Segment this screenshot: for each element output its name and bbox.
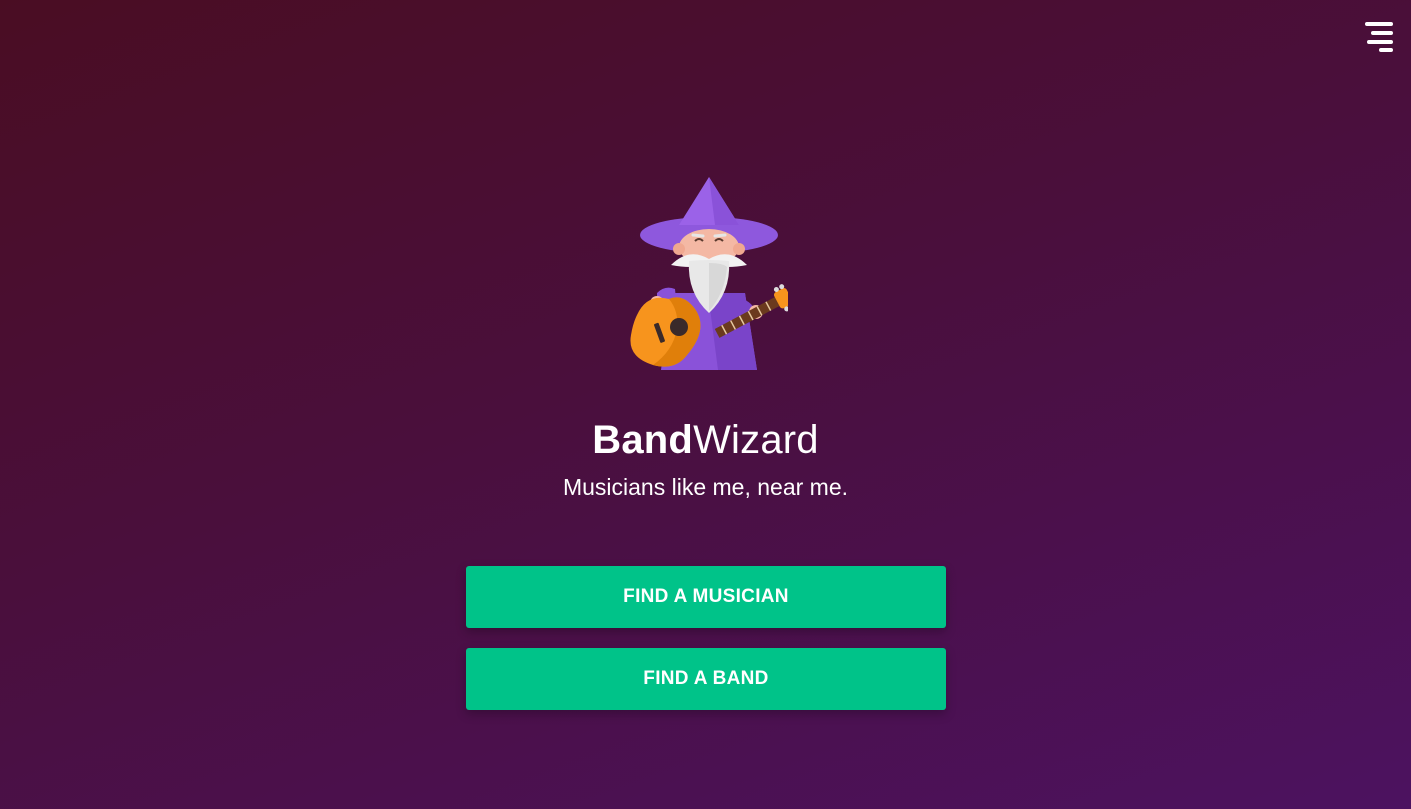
menu-line: [1365, 22, 1393, 26]
menu-line: [1379, 48, 1393, 52]
brand-title: BandWizard: [0, 416, 1411, 464]
wizard-with-guitar-icon: [630, 177, 788, 370]
find-musician-button[interactable]: FIND A MUSICIAN: [466, 566, 946, 628]
landing-hero: BandWizard Musicians like me, near me. F…: [0, 0, 1411, 809]
brand-name-bold: Band: [592, 418, 694, 462]
find-band-button[interactable]: FIND A BAND: [466, 648, 946, 710]
brand-name-light: Wizard: [693, 418, 819, 462]
menu-line: [1371, 31, 1393, 35]
hamburger-menu-icon[interactable]: [1365, 22, 1393, 52]
tagline: Musicians like me, near me.: [562, 474, 849, 500]
menu-line: [1367, 40, 1393, 44]
